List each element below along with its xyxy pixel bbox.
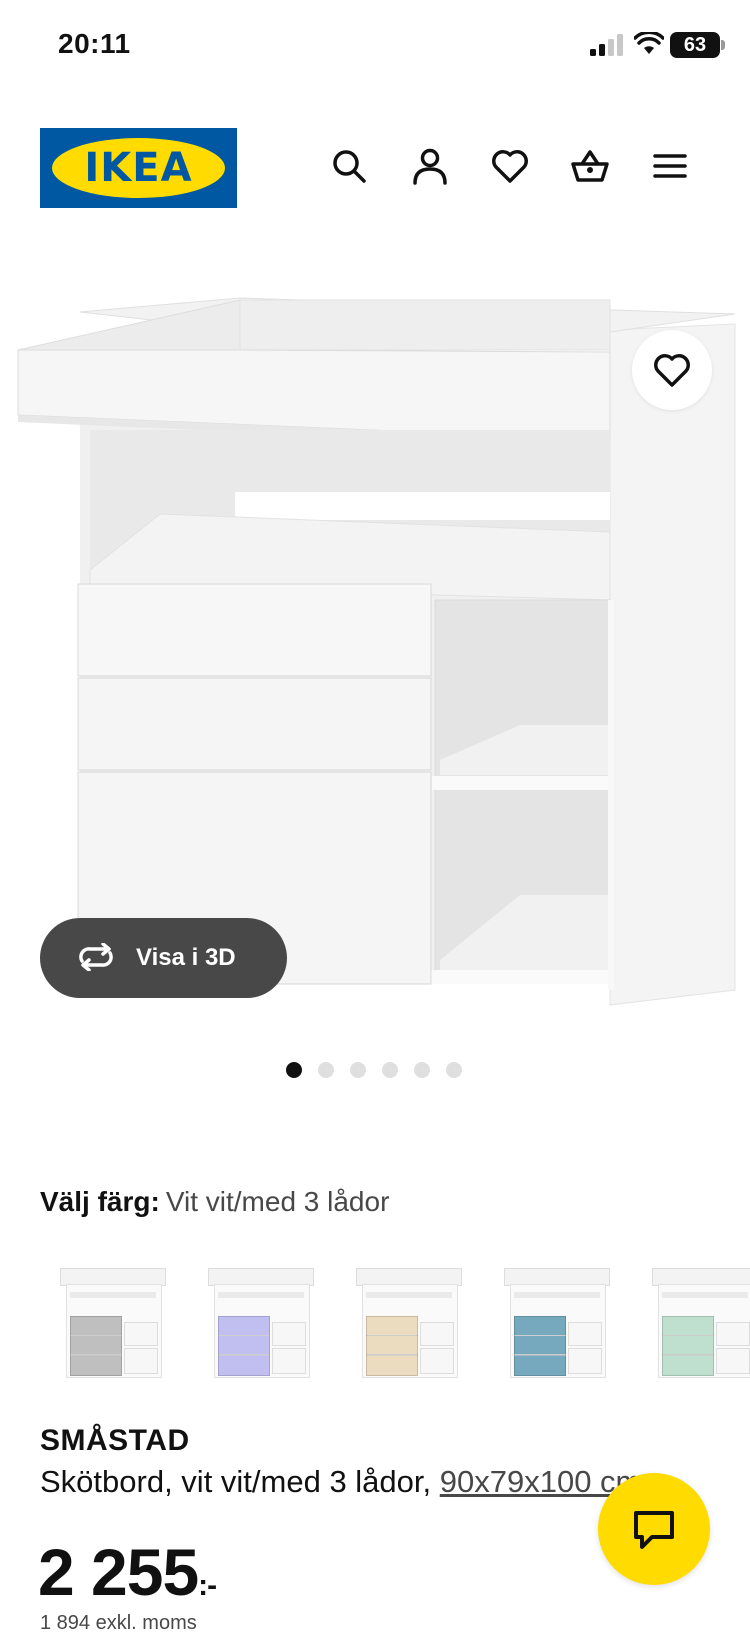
gallery-dot[interactable] bbox=[446, 1062, 462, 1078]
color-swatch[interactable] bbox=[484, 1260, 614, 1380]
swatch-drawers bbox=[218, 1316, 270, 1376]
price-value: 2 255 bbox=[38, 1535, 199, 1609]
battery-icon: 63 bbox=[670, 32, 720, 58]
view-in-3d-button[interactable]: Visa i 3D bbox=[40, 918, 287, 998]
gallery-dot[interactable] bbox=[318, 1062, 334, 1078]
swatch-drawers bbox=[366, 1316, 418, 1376]
color-label: Välj färg: bbox=[40, 1186, 160, 1217]
swatch-drawers bbox=[514, 1316, 566, 1376]
add-to-favourites-button[interactable] bbox=[632, 330, 712, 410]
color-selector-heading: Välj färg: Vit vit/med 3 lådor bbox=[40, 1186, 389, 1218]
product-name: SMÅSTAD bbox=[40, 1424, 190, 1457]
basket-icon[interactable] bbox=[570, 146, 610, 186]
view-in-3d-label: Visa i 3D bbox=[136, 944, 236, 971]
logo-wordmark: IKEA bbox=[84, 145, 193, 191]
color-swatch[interactable] bbox=[188, 1260, 318, 1380]
chat-bubble-icon bbox=[634, 1511, 674, 1549]
gallery-dot[interactable] bbox=[382, 1062, 398, 1078]
chat-button[interactable] bbox=[598, 1473, 710, 1585]
user-icon[interactable] bbox=[410, 146, 450, 186]
battery-tip bbox=[721, 40, 725, 50]
price-suffix: :- bbox=[198, 1569, 217, 1602]
gallery-dot[interactable] bbox=[350, 1062, 366, 1078]
color-swatch[interactable] bbox=[40, 1260, 170, 1380]
gallery-dot[interactable] bbox=[286, 1062, 302, 1078]
product-price: 2 255:- bbox=[38, 1534, 217, 1610]
swatch-drawers bbox=[70, 1316, 122, 1376]
product-description-text: Skötbord, vit vit/med 3 lådor, bbox=[40, 1464, 440, 1499]
swatch-drawers bbox=[662, 1316, 714, 1376]
wifi-icon bbox=[634, 32, 664, 54]
search-icon[interactable] bbox=[329, 146, 369, 186]
cellular-signal-icon bbox=[590, 34, 623, 56]
color-swatch-list bbox=[40, 1260, 750, 1380]
menu-icon[interactable] bbox=[650, 146, 690, 186]
status-time: 20:11 bbox=[58, 28, 131, 59]
site-header: IKEA bbox=[0, 120, 750, 220]
color-value: Vit vit/med 3 lådor bbox=[165, 1186, 390, 1217]
status-bar: 20:11 63 bbox=[0, 0, 750, 90]
product-description: Skötbord, vit vit/med 3 lådor, 90x79x100… bbox=[40, 1464, 641, 1500]
color-swatch[interactable] bbox=[336, 1260, 466, 1380]
rotate-3d-icon bbox=[79, 943, 113, 971]
ikea-logo[interactable]: IKEA bbox=[40, 128, 237, 208]
gallery-dot[interactable] bbox=[414, 1062, 430, 1078]
heart-icon bbox=[654, 354, 690, 387]
heart-icon[interactable] bbox=[490, 146, 530, 186]
color-swatch[interactable] bbox=[632, 1260, 750, 1380]
